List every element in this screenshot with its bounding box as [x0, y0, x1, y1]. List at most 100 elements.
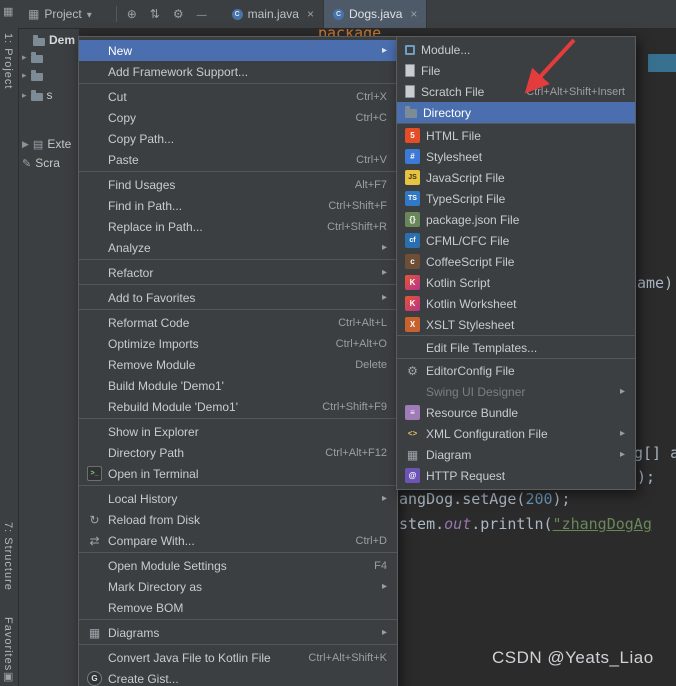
menu-item-convert-java-to-kotlin[interactable]: Convert Java File to Kotlin File Ctrl+Alt…	[79, 647, 397, 668]
window-grid-icon[interactable]: ▦	[3, 5, 13, 18]
code-segment: );	[637, 468, 656, 486]
menu-item-label: Remove Module	[108, 357, 196, 372]
menu-item-shortcut: Alt+F7	[354, 178, 387, 191]
js-icon: JS	[405, 170, 420, 185]
submenu-item-javascript-file[interactable]: JS JavaScript File	[397, 167, 635, 188]
submenu-item-scratch-file[interactable]: Scratch File Ctrl+Alt+Shift+Insert	[397, 81, 635, 102]
submenu-item-module[interactable]: Module...	[397, 39, 635, 60]
menu-item-open-in-terminal[interactable]: >_ Open in Terminal	[79, 463, 397, 484]
project-view-icon: ▦	[28, 7, 40, 21]
menu-item-add-to-favorites[interactable]: Add to Favorites ▸	[79, 287, 397, 308]
menu-item-add-framework-support[interactable]: Add Framework Support...	[79, 61, 397, 82]
tool-window-button-favorites[interactable]: Favorites	[2, 617, 14, 671]
project-view-selector[interactable]: ▦ Project	[28, 7, 92, 21]
menu-item-paste[interactable]: Paste Ctrl+V	[79, 149, 397, 170]
menu-item-mark-directory-as[interactable]: Mark Directory as ▸	[79, 576, 397, 597]
menu-item-label: XSLT Stylesheet	[426, 317, 515, 332]
code-frag-close-paren: );	[637, 468, 655, 486]
menu-item-rebuild-module[interactable]: Rebuild Module 'Demo1' Ctrl+Shift+F9	[79, 396, 397, 417]
menu-item-reformat-code[interactable]: Reformat Code Ctrl+Alt+L	[79, 312, 397, 333]
menu-item-analyze[interactable]: Analyze ▸	[79, 237, 397, 258]
menu-separator	[79, 83, 397, 84]
menu-item-find-usages[interactable]: Find Usages Alt+F7	[79, 174, 397, 195]
menu-item-compare-with[interactable]: ⇄ Compare With... Ctrl+D	[79, 530, 397, 551]
menu-item-open-module-settings[interactable]: Open Module Settings F4	[79, 555, 397, 576]
project-tool-window: Dem ▸ ▸ ▸ s ▶ ▤ Exte ✎ Scra	[18, 28, 79, 686]
submenu-item-typescript-file[interactable]: TS TypeScript File	[397, 188, 635, 209]
menu-item-show-in-explorer[interactable]: Show in Explorer	[79, 421, 397, 442]
menu-item-shortcut: Ctrl+C	[355, 111, 387, 124]
submenu-arrow-icon: ▸	[381, 493, 387, 504]
icon-placeholder	[87, 219, 102, 234]
submenu-item-edit-file-templates[interactable]: Edit File Templates...	[397, 337, 635, 358]
menu-separator	[79, 284, 397, 285]
globe-icon[interactable]	[127, 7, 137, 21]
project-root-row[interactable]: Dem	[33, 33, 75, 47]
tab-label: main.java	[247, 7, 299, 21]
code-segment: .println(	[471, 515, 553, 533]
tool-window-button-project[interactable]: 1: Project	[2, 33, 14, 89]
submenu-item-package-json[interactable]: {} package.json File	[397, 209, 635, 230]
project-view-label: Project	[44, 7, 82, 21]
menu-item-copy-path[interactable]: Copy Path...	[79, 128, 397, 149]
sync-icon[interactable]	[150, 7, 160, 21]
menu-item-local-history[interactable]: Local History ▸	[79, 488, 397, 509]
menu-item-create-gist[interactable]: G Create Gist...	[79, 668, 397, 686]
tree-row-1[interactable]: ▸	[22, 52, 43, 63]
minimize-icon[interactable]	[197, 7, 207, 21]
tree-row-external-libraries[interactable]: ▶ ▤ Exte	[22, 137, 71, 151]
gear-icon[interactable]	[173, 7, 184, 21]
menu-item-directory-path[interactable]: Directory Path Ctrl+Alt+F12	[79, 442, 397, 463]
menu-item-label: Paste	[108, 152, 139, 167]
submenu-item-http-request[interactable]: @ HTTP Request	[397, 465, 635, 486]
submenu-item-editorconfig-file[interactable]: ⚙ EditorConfig File	[397, 360, 635, 381]
submenu-item-diagram[interactable]: ▦ Diagram ▸	[397, 444, 635, 465]
menu-item-replace-in-path[interactable]: Replace in Path... Ctrl+Shift+R	[79, 216, 397, 237]
submenu-item-kotlin-worksheet[interactable]: K Kotlin Worksheet	[397, 293, 635, 314]
menu-item-label: Reformat Code	[108, 315, 190, 330]
tab-dogs-java[interactable]: C Dogs.java ×	[324, 0, 428, 28]
menu-item-label: Diagram	[426, 447, 472, 462]
menu-item-optimize-imports[interactable]: Optimize Imports Ctrl+Alt+O	[79, 333, 397, 354]
menu-item-new[interactable]: New ▸	[79, 40, 397, 61]
submenu-item-stylesheet[interactable]: # Stylesheet	[397, 146, 635, 167]
submenu-item-kotlin-script[interactable]: K Kotlin Script	[397, 272, 635, 293]
chevron-icon[interactable]: ▶	[22, 139, 29, 150]
tab-main-java[interactable]: Cmain.java ×	[223, 0, 324, 28]
menu-item-remove-bom[interactable]: Remove BOM	[79, 597, 397, 618]
submenu-item-file[interactable]: File	[397, 60, 635, 81]
tool-windows-icon[interactable]: ▣	[3, 670, 13, 683]
tool-window-button-structure[interactable]: 7: Structure	[2, 522, 14, 591]
menu-item-remove-module[interactable]: Remove Module Delete	[79, 354, 397, 375]
submenu-item-xml-configuration-file[interactable]: <> XML Configuration File ▸	[397, 423, 635, 444]
toolbar-divider	[115, 6, 117, 22]
icon-placeholder	[87, 152, 102, 167]
tree-row-2[interactable]: ▸	[22, 70, 43, 81]
menu-item-build-module[interactable]: Build Module 'Demo1'	[79, 375, 397, 396]
menu-item-label: Open Module Settings	[108, 558, 227, 573]
menu-separator	[79, 259, 397, 260]
chevron-icon[interactable]: ▸	[22, 52, 27, 63]
tree-row-3[interactable]: ▸ s	[22, 88, 53, 102]
chevron-icon[interactable]: ▸	[22, 70, 27, 81]
menu-item-cut[interactable]: Cut Ctrl+X	[79, 86, 397, 107]
menu-item-shortcut: Ctrl+Shift+F9	[322, 400, 387, 413]
submenu-item-directory[interactable]: Directory	[397, 102, 635, 123]
menu-item-find-in-path[interactable]: Find in Path... Ctrl+Shift+F	[79, 195, 397, 216]
menu-item-refactor[interactable]: Refactor ▸	[79, 262, 397, 283]
submenu-item-html-file[interactable]: 5 HTML File	[397, 125, 635, 146]
tree-row-scratches[interactable]: ✎ Scra	[22, 156, 60, 170]
submenu-item-cfml-cfc[interactable]: cf CFML/CFC File	[397, 230, 635, 251]
module-icon	[405, 44, 415, 55]
menu-item-copy[interactable]: Copy Ctrl+C	[79, 107, 397, 128]
menu-item-diagrams[interactable]: ▦ Diagrams ▸	[79, 622, 397, 643]
submenu-item-xslt-stylesheet[interactable]: X XSLT Stylesheet	[397, 314, 635, 335]
submenu-item-coffeescript[interactable]: c CoffeeScript File	[397, 251, 635, 272]
folder-icon	[30, 89, 43, 101]
chevron-icon[interactable]: ▸	[22, 90, 27, 101]
tab-close-icon[interactable]: ×	[410, 7, 417, 21]
submenu-item-resource-bundle[interactable]: ≡ Resource Bundle	[397, 402, 635, 423]
tab-close-icon[interactable]: ×	[307, 7, 314, 21]
menu-item-reload-from-disk[interactable]: ↻ Reload from Disk	[79, 509, 397, 530]
submenu-item-swing-ui-designer[interactable]: Swing UI Designer ▸	[397, 381, 635, 402]
